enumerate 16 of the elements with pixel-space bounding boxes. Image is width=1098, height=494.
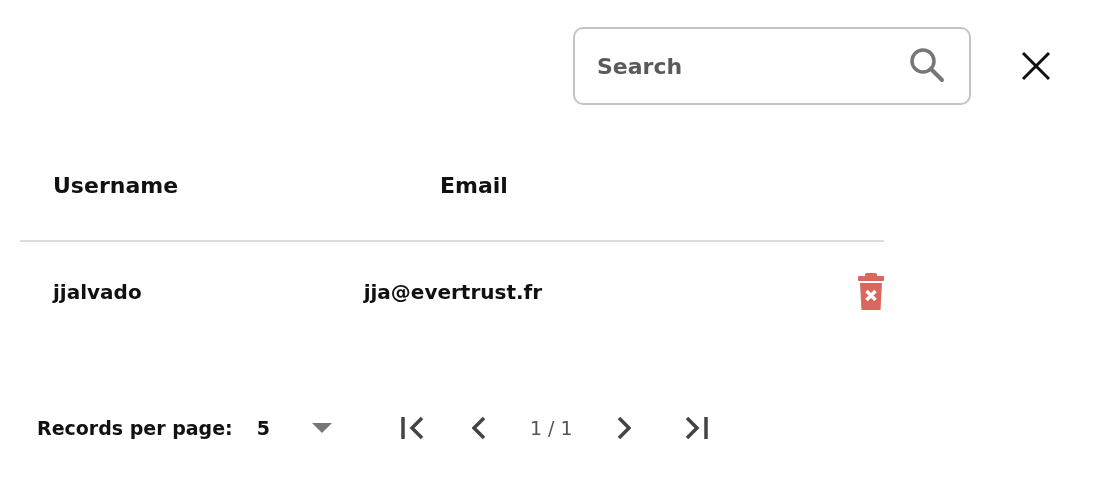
column-header: Email bbox=[440, 172, 508, 198]
caret-icon bbox=[311, 423, 332, 434]
first-page-button[interactable] bbox=[399, 415, 426, 442]
table-cell: jjalvado bbox=[53, 280, 142, 304]
delete-button[interactable] bbox=[858, 273, 884, 311]
column-header: Username bbox=[53, 172, 179, 198]
close-button[interactable] bbox=[1021, 51, 1051, 81]
page-indicator: 1 / 1 bbox=[529, 416, 573, 441]
records-per-page-label: Records per page: bbox=[37, 416, 233, 441]
search-field[interactable]: Search bbox=[573, 27, 971, 105]
trash-icon bbox=[858, 273, 884, 311]
records-per-page-select[interactable]: 5 bbox=[256, 416, 332, 440]
next-page-button[interactable] bbox=[616, 415, 631, 442]
search-icon[interactable] bbox=[909, 47, 945, 83]
table-cell: jja@evertrust.fr bbox=[363, 280, 543, 304]
previous-page-button[interactable] bbox=[471, 415, 486, 442]
